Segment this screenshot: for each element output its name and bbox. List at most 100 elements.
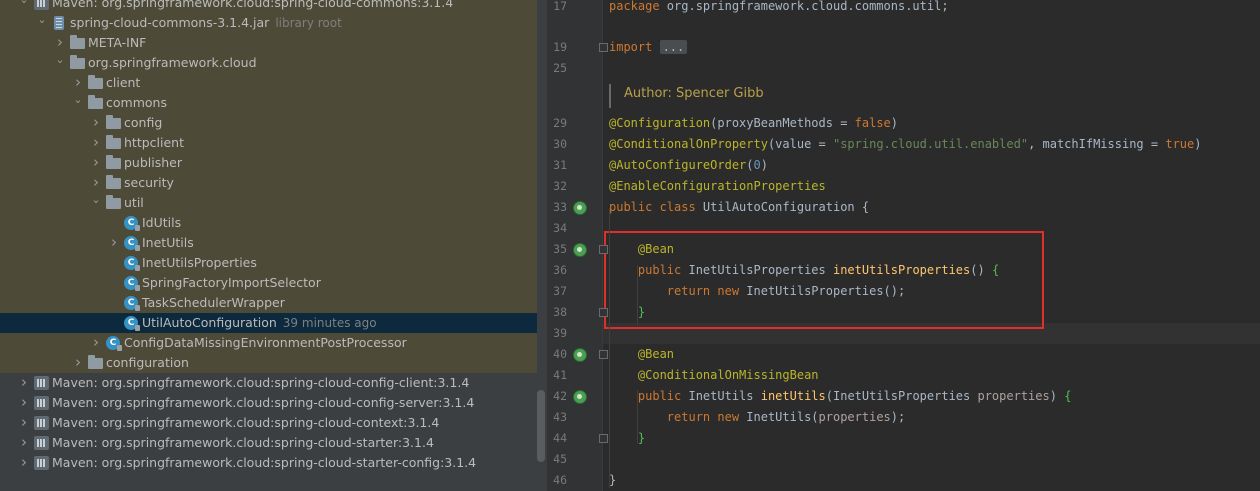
tree-item-label: InetUtils: [142, 233, 194, 253]
code-token: }: [609, 473, 617, 487]
line-number: 25: [553, 61, 567, 75]
code-line[interactable]: @EnableConfigurationProperties: [609, 176, 826, 197]
tree-item[interactable]: › Maven: org.springframework.cloud:spring…: [0, 453, 537, 473]
folded-imports[interactable]: ...: [659, 40, 688, 54]
chevron-right-icon[interactable]: ›: [72, 72, 84, 92]
tree-item[interactable]: › META-INF: [0, 33, 537, 53]
tree-item[interactable]: C TaskSchedulerWrapper: [0, 293, 537, 313]
spring-bean-icon[interactable]: [573, 243, 587, 257]
code-line[interactable]: return new InetUtilsProperties();: [609, 281, 905, 302]
code-token: InetUtilsProperties: [688, 263, 833, 277]
code-line[interactable]: }: [609, 470, 616, 491]
tree-item-text: IdUtils: [142, 215, 182, 230]
project-tree[interactable]: ⌄ Maven: org.springframework.cloud:spring…: [0, 0, 547, 491]
code-editor[interactable]: 17 19 25 29 30 31 32 33 34 35 36 37 38 39 40 41 42 43 44 45…: [547, 0, 1260, 491]
tree-item-label: Maven: org.springframework.cloud:spring-…: [52, 453, 476, 473]
fold-marker-icon[interactable]: [599, 308, 608, 317]
tree-item[interactable]: ⌄ commons: [0, 93, 537, 113]
line-number: 19: [553, 40, 567, 54]
fold-marker-icon[interactable]: [599, 350, 608, 359]
spring-bean-icon[interactable]: [573, 201, 587, 215]
line-number: 43: [553, 410, 567, 424]
chevron-right-icon[interactable]: ›: [18, 372, 30, 392]
code-token: public: [637, 263, 689, 277]
chevron-right-icon[interactable]: ›: [108, 232, 120, 252]
code-line[interactable]: @ConditionalOnProperty(value = "spring.c…: [609, 134, 1201, 155]
indent-guide: [637, 390, 638, 444]
tree-item[interactable]: › configuration: [0, 353, 537, 373]
tree-item-label: SpringFactoryImportSelector: [142, 273, 321, 293]
code-line[interactable]: }: [609, 302, 645, 323]
chevron-right-icon[interactable]: ›: [18, 392, 30, 412]
line-number: 40: [553, 347, 567, 361]
tree-item[interactable]: › Maven: org.springframework.cloud:spring…: [0, 393, 537, 413]
chevron-down-icon[interactable]: ⌄: [54, 50, 66, 70]
code-line[interactable]: return new InetUtils(properties);: [609, 407, 905, 428]
tree-item[interactable]: › httpclient: [0, 133, 537, 153]
code-line[interactable]: package org.springframework.cloud.common…: [609, 0, 949, 17]
chevron-right-icon[interactable]: ›: [90, 152, 102, 172]
tree-item-label: client: [106, 73, 140, 93]
chevron-right-icon[interactable]: ›: [90, 332, 102, 352]
chevron-down-icon[interactable]: ⌄: [18, 0, 30, 10]
code-line[interactable]: @ConditionalOnMissingBean: [609, 365, 819, 386]
tree-item-text: Maven: org.springframework.cloud:spring-…: [52, 455, 477, 470]
code-line[interactable]: @Configuration(proxyBeanMethods = false): [609, 113, 898, 134]
tree-item[interactable]: ⌄ org.springframework.cloud: [0, 53, 537, 73]
line-number: 30: [553, 137, 567, 151]
chevron-right-icon[interactable]: ›: [90, 132, 102, 152]
tree-item-label: Maven: org.springframework.cloud:spring-…: [52, 433, 434, 453]
tree-item[interactable]: › Maven: org.springframework.cloud:spring…: [0, 413, 537, 433]
chevron-right-icon[interactable]: ›: [90, 172, 102, 192]
chevron-right-icon[interactable]: ›: [18, 412, 30, 432]
code-line[interactable]: public InetUtils inetUtils(InetUtilsProp…: [609, 386, 1072, 407]
tree-item[interactable]: › Maven: org.springframework.cloud:spring…: [0, 433, 537, 453]
tree-item[interactable]: › Maven: org.springframework.cloud:spring…: [0, 373, 537, 393]
chevron-down-icon[interactable]: ⌄: [36, 10, 48, 30]
tree-item[interactable]: › config: [0, 113, 537, 133]
tree-item-text: InetUtils: [142, 235, 194, 250]
tree-item[interactable]: ⌄ Maven: org.springframework.cloud:spring…: [0, 0, 537, 13]
chevron-right-icon[interactable]: ›: [72, 352, 84, 372]
code-token: @ConditionalOnMissingBean: [637, 368, 819, 382]
folder-icon: [106, 115, 121, 129]
tree-item[interactable]: C UtilAutoConfiguration 39 minutes ago: [0, 313, 537, 333]
line-number: 32: [553, 179, 567, 193]
code-token: @EnableConfigurationProperties: [609, 179, 826, 193]
class-icon: C: [124, 316, 140, 331]
tree-item[interactable]: ⌄ util: [0, 193, 537, 213]
tree-item[interactable]: › security: [0, 173, 537, 193]
tree-item[interactable]: C SpringFactoryImportSelector: [0, 273, 537, 293]
spring-bean-icon[interactable]: [573, 390, 587, 404]
chevron-right-icon[interactable]: ›: [18, 432, 30, 452]
spring-bean-icon[interactable]: [573, 348, 587, 362]
tree-item-label: IdUtils: [142, 213, 181, 233]
line-number: 39: [553, 326, 567, 340]
code-line[interactable]: import ...: [609, 37, 688, 58]
tree-item[interactable]: ⌄ spring-cloud-commons-3.1.4.jar library r…: [0, 13, 537, 33]
tree-item-label: util: [124, 193, 144, 213]
code-line[interactable]: public InetUtilsProperties inetUtilsProp…: [609, 260, 999, 281]
chevron-down-icon[interactable]: ⌄: [90, 190, 102, 210]
code-line[interactable]: @AutoConfigureOrder(0): [609, 155, 768, 176]
tree-item[interactable]: C InetUtilsProperties: [0, 253, 537, 273]
chevron-down-icon[interactable]: ⌄: [72, 90, 84, 110]
chevron-right-icon[interactable]: ›: [90, 112, 102, 132]
tree-item-label: security: [124, 173, 174, 193]
tree-item[interactable]: › C InetUtils: [0, 233, 537, 253]
fold-marker-icon[interactable]: [599, 43, 608, 52]
code-line[interactable]: @Bean: [609, 344, 674, 365]
tree-item[interactable]: › C ConfigDataMissingEnvironmentPostProces…: [0, 333, 537, 353]
tree-item[interactable]: C IdUtils: [0, 213, 537, 233]
fold-marker-icon[interactable]: [599, 434, 608, 443]
tree-scrollbar[interactable]: [537, 390, 545, 462]
code-line[interactable]: public class UtilAutoConfiguration {: [609, 197, 869, 218]
code-token: "spring.cloud.util.enabled": [832, 137, 1029, 151]
chevron-right-icon[interactable]: ›: [54, 32, 66, 52]
fold-marker-icon[interactable]: [599, 245, 608, 254]
tree-item[interactable]: › publisher: [0, 153, 537, 173]
code-line[interactable]: }: [609, 428, 645, 449]
chevron-right-icon[interactable]: ›: [18, 452, 30, 472]
code-line[interactable]: @Bean: [609, 239, 674, 260]
tree-item-text: configuration: [106, 355, 189, 370]
